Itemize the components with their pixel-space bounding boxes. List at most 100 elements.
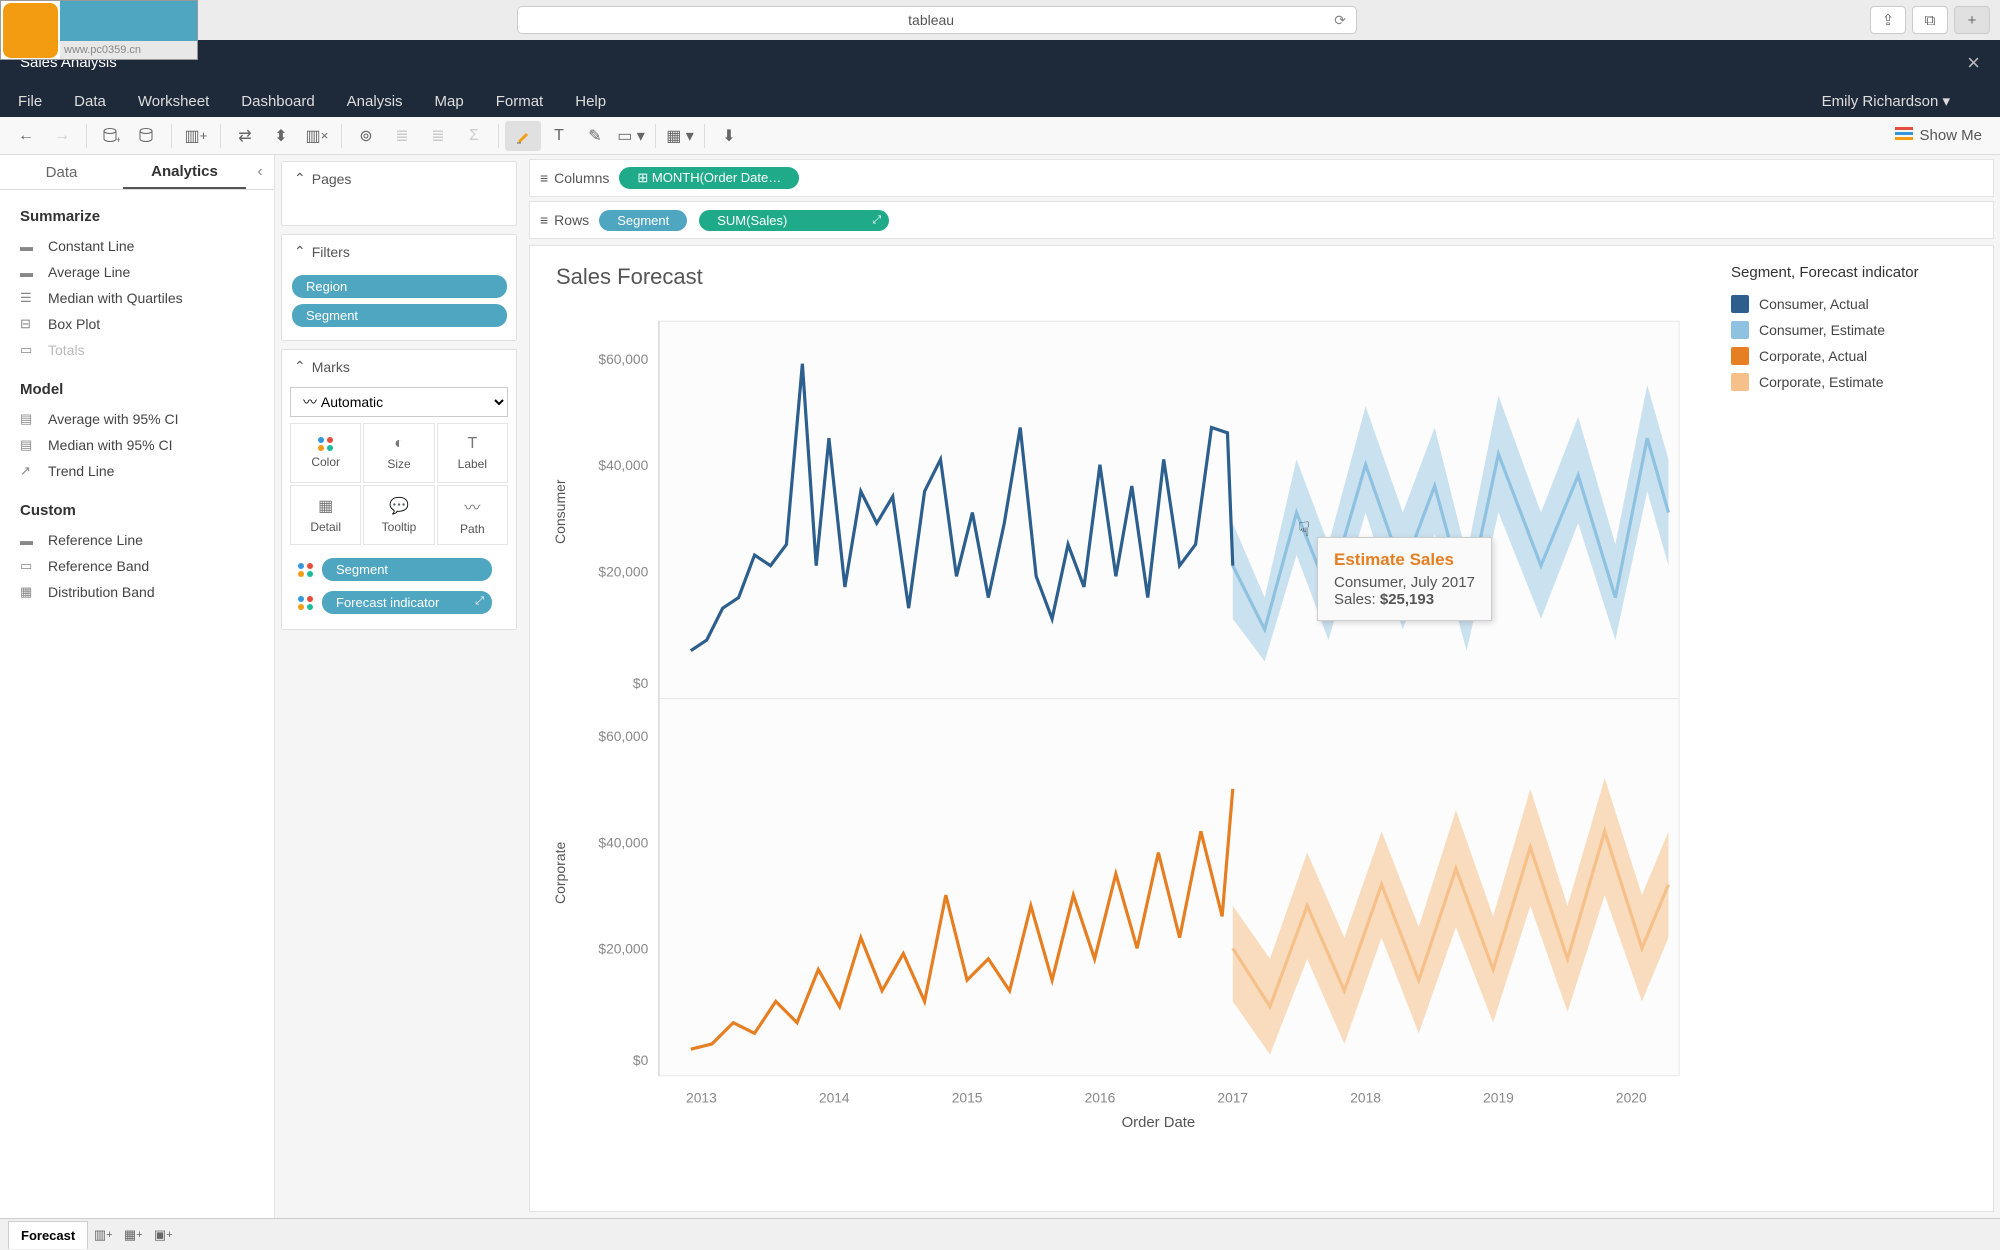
sort-asc-button[interactable]: ⬍ (263, 121, 299, 151)
logo-banner (60, 1, 197, 41)
pages-card: ⌃Pages (281, 161, 517, 226)
rows-shelf[interactable]: ≡Rows Segment SUM(Sales)⤢ (529, 201, 1994, 239)
forward-button[interactable]: → (44, 121, 80, 151)
item-dist-band[interactable]: ▦ Distribution Band (0, 579, 274, 605)
rows-pill-sum-sales[interactable]: SUM(Sales)⤢ (699, 210, 889, 231)
user-menu[interactable]: Emily Richardson ▾ (1822, 92, 1950, 110)
marks-path[interactable]: 〰Path (437, 485, 508, 545)
item-trend-line[interactable]: ↗Trend Line (0, 458, 274, 484)
color-pill-segment[interactable]: Segment (322, 558, 492, 581)
swap-button[interactable]: ⇄ (227, 121, 263, 151)
label-icon: T (467, 435, 477, 453)
new-story-button[interactable]: ▣+ (148, 1222, 178, 1248)
item-avg-ci[interactable]: ▤Average with 95% CI (0, 406, 274, 432)
tab-analytics[interactable]: Analytics (123, 155, 246, 189)
totals-button[interactable]: Σ (456, 121, 492, 151)
filter-pill-segment[interactable]: Segment (292, 304, 507, 327)
chart-svg: $60,000 $40,000 $20,000 $0 $60,000 $40,0… (542, 300, 1711, 1129)
tab-data[interactable]: Data (0, 155, 123, 189)
collapse-sidebar-button[interactable]: ‹ (246, 155, 274, 189)
sort-button[interactable]: ≣ (384, 121, 420, 151)
columns-pill-month[interactable]: ⊞ MONTH(Order Date… (619, 167, 799, 189)
pause-updates-button[interactable] (129, 121, 165, 151)
marks-type-select[interactable]: 〰 Automatic (290, 387, 508, 417)
back-button[interactable]: ← (8, 121, 44, 151)
format-button[interactable]: ✎ (577, 121, 613, 151)
item-label: Average Line (48, 264, 130, 280)
menu-file[interactable]: File (18, 93, 42, 110)
svg-text:$60,000: $60,000 (598, 351, 648, 367)
marks-detail[interactable]: ▦Detail (290, 485, 361, 545)
menu-map[interactable]: Map (435, 93, 464, 110)
svg-text:2016: 2016 (1085, 1089, 1116, 1105)
marks-size[interactable]: ◐Size (363, 423, 434, 483)
fit-button[interactable]: ▭ ▾ (613, 121, 649, 151)
new-dashboard-button[interactable]: ▦+ (118, 1222, 148, 1248)
marks-color[interactable]: Color (290, 423, 361, 483)
tabs-button[interactable]: ⧉ (1912, 6, 1948, 34)
item-average-line[interactable]: ▬Average Line (0, 259, 274, 285)
menu-data[interactable]: Data (74, 93, 106, 110)
menu-analysis[interactable]: Analysis (347, 93, 403, 110)
filter-pill-region[interactable]: Region (292, 275, 507, 298)
marks-label[interactable]: TLabel (437, 423, 508, 483)
ci-icon: ▤ (20, 437, 38, 453)
item-label: Trend Line (48, 463, 114, 479)
menu-worksheet[interactable]: Worksheet (138, 93, 209, 110)
legend-item[interactable]: Consumer, Actual (1731, 291, 1981, 317)
item-label: Distribution Band (48, 584, 155, 600)
highlighter-icon (515, 128, 531, 144)
rows-pill-segment[interactable]: Segment (599, 210, 687, 231)
item-box-plot[interactable]: ⊟Box Plot (0, 311, 274, 337)
left-sidebar: Data Analytics ‹ Summarize ▬Constant Lin… (0, 155, 275, 1218)
item-median-quartiles[interactable]: ☰Median with Quartiles (0, 285, 274, 311)
new-sheet-button[interactable]: ▥+ (178, 121, 214, 151)
item-ref-line[interactable]: ▬Reference Line (0, 527, 274, 553)
dist-icon: ▦ (20, 584, 38, 600)
item-totals: ▭Totals (0, 337, 274, 363)
labels-button[interactable]: T (541, 121, 577, 151)
chevron-icon: ⌃ (294, 243, 306, 260)
color-pill-forecast[interactable]: Forecast indicator⤢ (322, 591, 492, 614)
sort2-button[interactable]: ≣ (420, 121, 456, 151)
svg-text:$20,000: $20,000 (598, 941, 648, 957)
legend-item[interactable]: Corporate, Estimate (1731, 369, 1981, 395)
share-icon: ⇪ (1882, 11, 1895, 29)
sheet-tab-forecast[interactable]: Forecast (8, 1221, 88, 1249)
marks-tooltip[interactable]: 💬Tooltip (363, 485, 434, 545)
group-button[interactable]: ⊚ (348, 121, 384, 151)
highlight-button[interactable] (505, 121, 541, 151)
cylinder-plus-icon: + (102, 127, 120, 145)
item-label: Reference Band (48, 558, 149, 574)
menu-help[interactable]: Help (575, 93, 606, 110)
menu-dashboard[interactable]: Dashboard (241, 93, 314, 110)
y-axis-label-consumer: Consumer (552, 479, 568, 544)
watermark-logo: www.pc0359.cn (0, 0, 198, 60)
url-bar[interactable]: tableau ⟳ (517, 6, 1357, 34)
item-ref-band[interactable]: ▭Reference Band (0, 553, 274, 579)
share-button[interactable]: ⇪ (1870, 6, 1906, 34)
new-worksheet-button[interactable]: ▥+ (88, 1222, 118, 1248)
new-tab-button[interactable]: + (1954, 6, 1990, 34)
chart-viz[interactable]: Sales Forecast Consumer Corporate $60,00… (542, 264, 1711, 1193)
new-datasource-button[interactable]: + (93, 121, 129, 151)
item-constant-line[interactable]: ▬Constant Line (0, 233, 274, 259)
item-label: Average with 95% CI (48, 411, 178, 427)
svg-text:2013: 2013 (686, 1089, 717, 1105)
forecast-icon: ⤢ (475, 595, 484, 608)
item-median-ci[interactable]: ▤Median with 95% CI (0, 432, 274, 458)
columns-shelf[interactable]: ≡Columns ⊞ MONTH(Order Date… (529, 159, 1994, 197)
cards-button[interactable]: ▦ ▾ (662, 121, 698, 151)
boxplot-icon: ⊟ (20, 316, 38, 332)
download-button[interactable]: ⬇ (711, 121, 747, 151)
show-me-button[interactable]: Show Me (1895, 127, 1992, 145)
section-model: Model (0, 363, 274, 406)
columns-icon: ≡ (540, 170, 548, 186)
legend-item[interactable]: Corporate, Actual (1731, 343, 1981, 369)
detail-icon: ▦ (318, 496, 333, 516)
menu-format[interactable]: Format (496, 93, 544, 110)
close-button[interactable]: × (1967, 50, 1980, 76)
reload-icon[interactable]: ⟳ (1334, 12, 1346, 29)
legend-item[interactable]: Consumer, Estimate (1731, 317, 1981, 343)
clear-sheet-button[interactable]: ▥× (299, 121, 335, 151)
